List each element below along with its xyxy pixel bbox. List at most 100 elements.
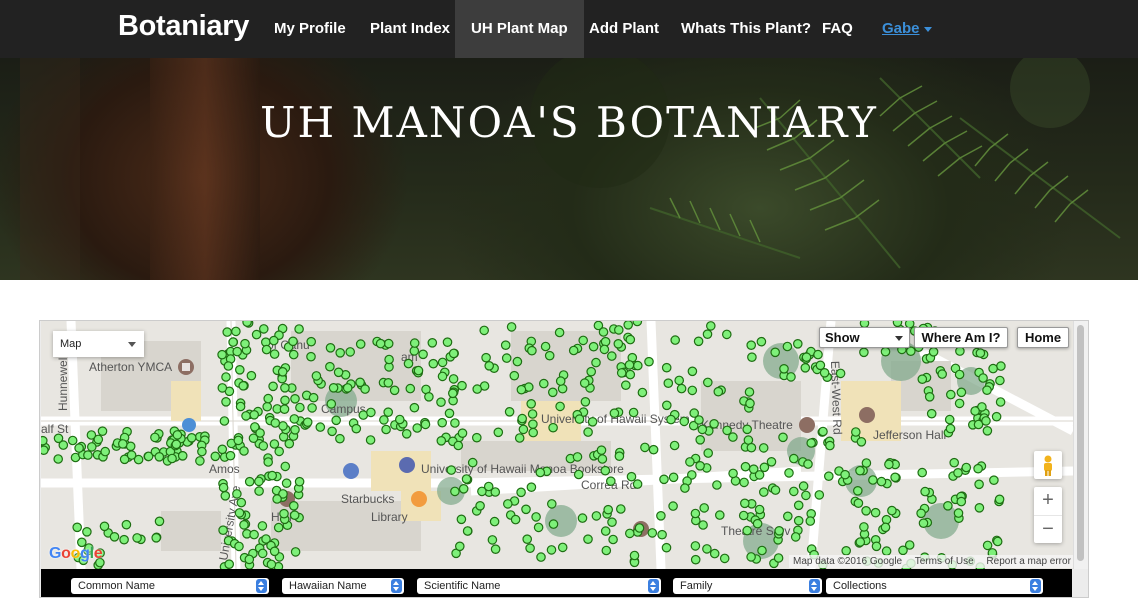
plant-marker[interactable] bbox=[876, 476, 887, 487]
plant-marker[interactable] bbox=[905, 346, 916, 356]
plant-marker[interactable] bbox=[232, 489, 242, 499]
plant-marker[interactable] bbox=[588, 341, 599, 352]
plant-marker[interactable] bbox=[99, 521, 110, 532]
plant-marker[interactable] bbox=[648, 444, 659, 455]
plant-marker[interactable] bbox=[493, 427, 504, 438]
plant-marker[interactable] bbox=[536, 552, 546, 562]
plant-marker[interactable] bbox=[689, 408, 699, 418]
plant-marker[interactable] bbox=[757, 545, 767, 556]
plant-marker[interactable] bbox=[634, 523, 645, 533]
plant-marker[interactable] bbox=[626, 471, 637, 482]
plant-marker[interactable] bbox=[280, 461, 291, 472]
plant-marker[interactable] bbox=[259, 324, 269, 334]
plant-marker[interactable] bbox=[629, 550, 640, 561]
plant-marker[interactable] bbox=[290, 547, 301, 557]
plant-marker[interactable] bbox=[973, 463, 983, 474]
plant-marker[interactable] bbox=[746, 340, 756, 350]
plant-marker[interactable] bbox=[880, 346, 891, 357]
plant-marker[interactable] bbox=[450, 486, 460, 497]
plant-marker[interactable] bbox=[786, 372, 796, 382]
plant-marker[interactable] bbox=[687, 366, 698, 377]
plant-marker[interactable] bbox=[613, 338, 624, 349]
plant-marker[interactable] bbox=[294, 324, 304, 334]
plant-marker[interactable] bbox=[583, 534, 593, 544]
plant-marker[interactable] bbox=[218, 525, 228, 535]
plant-marker[interactable] bbox=[818, 426, 828, 437]
plant-marker[interactable] bbox=[632, 479, 643, 489]
plant-marker[interactable] bbox=[782, 511, 793, 522]
plant-marker[interactable] bbox=[97, 426, 108, 436]
plant-marker[interactable] bbox=[389, 385, 400, 396]
plant-marker[interactable] bbox=[290, 425, 300, 435]
plant-marker[interactable] bbox=[623, 321, 633, 330]
plant-marker[interactable] bbox=[861, 506, 871, 516]
plant-marker[interactable] bbox=[637, 387, 648, 398]
plant-marker[interactable] bbox=[290, 394, 300, 404]
plant-marker[interactable] bbox=[738, 510, 749, 521]
plant-marker[interactable] bbox=[712, 480, 722, 490]
plant-marker[interactable] bbox=[546, 545, 557, 555]
plant-marker[interactable] bbox=[217, 383, 228, 393]
show-select[interactable]: Show bbox=[819, 327, 910, 348]
plant-marker[interactable] bbox=[186, 433, 197, 443]
where-am-i-button[interactable]: Where Am I? bbox=[914, 327, 1008, 348]
plant-marker[interactable] bbox=[501, 353, 512, 363]
plant-marker[interactable] bbox=[603, 504, 613, 515]
plant-marker[interactable] bbox=[703, 448, 713, 458]
plant-marker[interactable] bbox=[557, 542, 568, 553]
plant-marker[interactable] bbox=[306, 351, 316, 362]
plant-marker[interactable] bbox=[232, 346, 242, 357]
plant-marker[interactable] bbox=[695, 435, 705, 445]
plant-marker[interactable] bbox=[263, 457, 273, 467]
plant-marker[interactable] bbox=[728, 468, 738, 479]
plant-marker[interactable] bbox=[262, 401, 272, 412]
plant-marker[interactable] bbox=[568, 345, 579, 356]
terms-of-use-link[interactable]: Terms of Use bbox=[915, 556, 974, 567]
plant-marker[interactable] bbox=[624, 528, 635, 539]
plant-marker[interactable] bbox=[996, 361, 1006, 371]
plant-marker[interactable] bbox=[242, 321, 252, 327]
plant-marker[interactable] bbox=[531, 512, 541, 522]
plant-marker[interactable] bbox=[231, 326, 241, 337]
plant-marker[interactable] bbox=[806, 438, 816, 448]
plant-marker[interactable] bbox=[221, 397, 231, 407]
plant-marker[interactable] bbox=[518, 424, 529, 435]
plant-marker[interactable] bbox=[693, 336, 704, 347]
plant-marker[interactable] bbox=[403, 358, 414, 369]
plant-marker[interactable] bbox=[904, 540, 915, 550]
plant-marker[interactable] bbox=[383, 338, 394, 349]
plant-marker[interactable] bbox=[487, 535, 498, 545]
plant-marker[interactable] bbox=[118, 439, 128, 449]
plant-marker[interactable] bbox=[269, 439, 280, 449]
plant-marker[interactable] bbox=[472, 384, 482, 394]
plant-marker[interactable] bbox=[746, 552, 756, 562]
plant-marker[interactable] bbox=[457, 428, 468, 438]
plant-marker[interactable] bbox=[447, 388, 458, 399]
plant-marker[interactable] bbox=[920, 486, 930, 497]
plant-marker[interactable] bbox=[607, 517, 617, 527]
plant-marker[interactable] bbox=[580, 397, 591, 407]
plant-marker[interactable] bbox=[255, 428, 265, 438]
plant-marker[interactable] bbox=[801, 352, 812, 362]
plant-marker[interactable] bbox=[624, 360, 635, 370]
plant-marker[interactable] bbox=[840, 469, 850, 480]
plant-marker[interactable] bbox=[269, 349, 280, 359]
plant-marker[interactable] bbox=[375, 338, 386, 349]
plant-marker[interactable] bbox=[994, 494, 1005, 505]
plant-marker[interactable] bbox=[446, 465, 457, 475]
plant-marker[interactable] bbox=[721, 329, 732, 340]
plant-marker[interactable] bbox=[335, 347, 345, 358]
plant-marker[interactable] bbox=[868, 475, 878, 485]
scroll-thumb[interactable] bbox=[1077, 325, 1084, 561]
plant-marker[interactable] bbox=[855, 537, 866, 547]
plant-marker[interactable] bbox=[154, 516, 165, 527]
nav-add-plant[interactable]: Add Plant bbox=[573, 0, 675, 58]
plant-marker[interactable] bbox=[713, 386, 724, 397]
plant-marker[interactable] bbox=[222, 327, 232, 337]
plant-marker[interactable] bbox=[506, 322, 517, 332]
plant-marker[interactable] bbox=[269, 546, 280, 557]
plant-marker[interactable] bbox=[982, 426, 993, 436]
plant-marker[interactable] bbox=[928, 346, 939, 357]
plant-marker[interactable] bbox=[632, 321, 643, 327]
plant-marker[interactable] bbox=[670, 335, 680, 345]
